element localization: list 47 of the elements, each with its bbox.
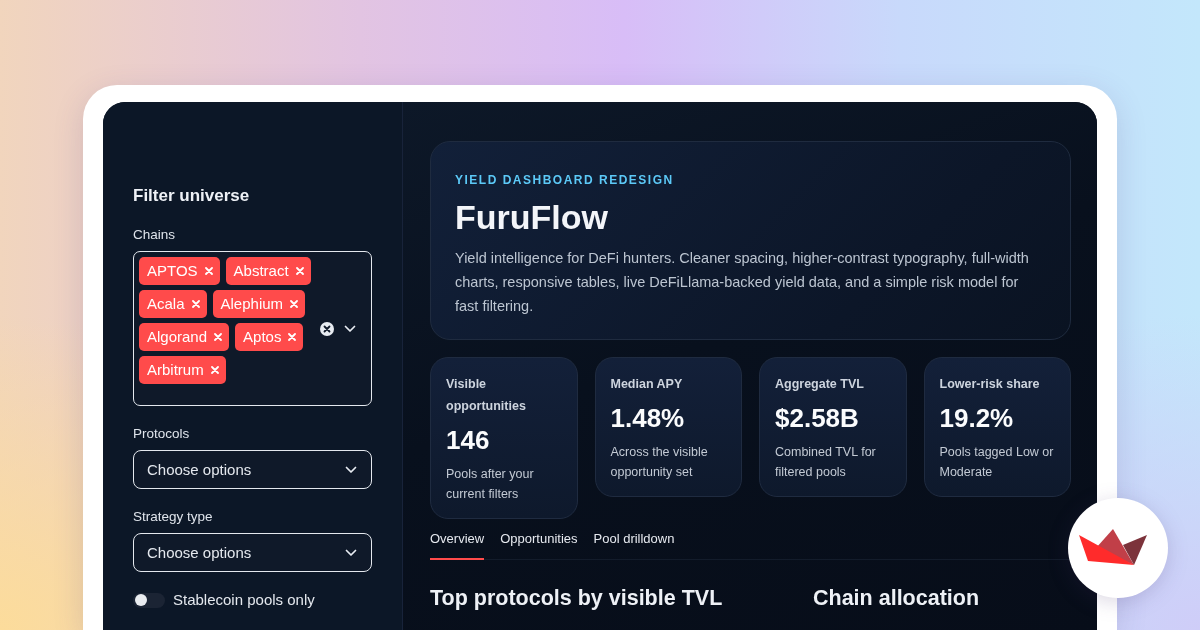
clear-icon [320,322,334,336]
close-icon [204,267,213,275]
metric-value: 19.2% [939,402,1015,434]
metric-value: $2.58B [775,402,860,434]
app-title: FuruFlow [455,197,609,237]
hero-description: Yield intelligence for DeFi hunters. Cleaner spacing, higher-contrast typography, full-width charts, responsive tables, live DeFiLlama-backed yield data, and a simple risk model for fast filtering. [455,249,1030,316]
metric-label: Aggregate TVL [775,376,865,393]
sidebar-title: Filter universe [133,186,251,206]
field-label: Strategy type [133,508,214,525]
metric-label: Lower-risk share [939,376,1041,393]
toggle-switch[interactable] [133,592,165,608]
metric-caption: Pools tagged Low or Moderate [939,444,1055,481]
chevron-down-icon [345,466,357,474]
field-label: Chains [133,226,177,243]
close-icon [288,333,297,341]
tab[interactable]: Pool drilldown [593,528,675,560]
close-icon [295,267,304,275]
metric-value: 146 [446,424,491,456]
tab[interactable]: Overview [430,528,485,560]
chain-tag[interactable]: Acala [139,290,207,318]
chain-tag[interactable]: Abstract [225,257,311,285]
dropdown-field[interactable]: Choose options [133,533,372,572]
close-icon [214,333,223,341]
section-heading: Chain allocation [813,585,981,612]
chain-tag[interactable]: Arbitrum [139,356,226,384]
metric-caption: Combined TVL for filtered pools [775,444,877,481]
metric-label: Median APY [610,376,684,393]
close-icon [191,300,200,308]
chain-tag[interactable]: APTOS [139,257,220,285]
toggle-label: Stablecoin pools only [173,591,315,609]
chain-tag[interactable]: Aptos [235,323,304,351]
dropdown-field[interactable]: Choose options [133,450,372,489]
chevron-down-icon [344,325,356,333]
section-heading: Top protocols by visible TVL [430,585,724,612]
metric-caption: Across the visible opportunity set [610,444,709,481]
tab[interactable]: Opportunities [500,528,578,560]
metric-value: 1.48% [610,402,686,434]
metric-caption: Pools after your current filters [446,466,535,503]
close-icon [290,300,299,308]
hero-kicker: YIELD DASHBOARD REDESIGN [455,172,675,188]
chain-tag[interactable]: Algorand [139,323,230,351]
field-label: Protocols [133,425,191,442]
metric-label: Visible opportunities [446,376,527,415]
chain-tag[interactable]: Alephium [212,290,306,318]
multiselect-field[interactable]: APTOS Abstract Acala Alephium Algorand Aptos Arbitrum [133,251,372,406]
close-icon [210,366,219,374]
chevron-down-icon [345,549,357,557]
